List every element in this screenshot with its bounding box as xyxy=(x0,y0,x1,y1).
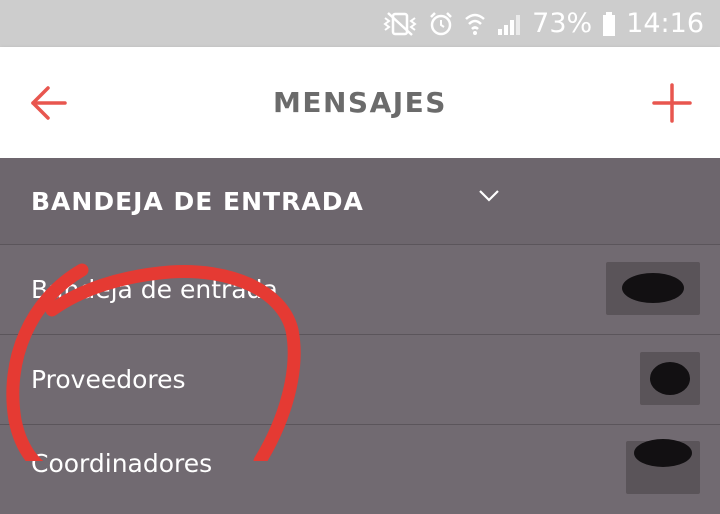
list-item-label: Bandeja de entrada xyxy=(31,275,278,304)
battery-icon xyxy=(602,11,616,37)
inbox-section-toggle[interactable]: BANDEJA DE ENTRADA xyxy=(0,158,720,244)
mute-vibrate-icon xyxy=(382,11,418,37)
alarm-icon xyxy=(428,11,454,37)
status-bar: 73% 14:16 xyxy=(0,0,720,47)
list-item-label: Coordinadores xyxy=(31,448,213,478)
chevron-down-icon xyxy=(478,188,500,202)
list-item-bandeja[interactable]: Bandeja de entrada xyxy=(0,244,720,334)
clock: 14:16 xyxy=(626,8,704,39)
list-item-label: Proveedores xyxy=(31,365,186,394)
unread-count-badge xyxy=(626,439,700,494)
section-title: BANDEJA DE ENTRADA xyxy=(31,186,364,216)
redacted-count xyxy=(634,439,692,467)
add-button[interactable] xyxy=(652,83,692,123)
page-title: MENSAJES xyxy=(273,86,447,119)
plus-icon xyxy=(652,83,692,123)
app-header: MENSAJES xyxy=(0,47,720,158)
signal-icon xyxy=(496,11,522,37)
wifi-icon xyxy=(464,11,486,37)
redacted-count xyxy=(650,362,690,395)
redacted-count xyxy=(622,273,684,303)
battery-percent: 73% xyxy=(532,8,593,39)
status-icons: 73% 14:16 xyxy=(382,0,704,47)
unread-count-badge xyxy=(606,262,700,315)
list-item-proveedores[interactable]: Proveedores xyxy=(0,334,720,424)
unread-count-badge xyxy=(640,352,700,405)
list-item-coordinadores[interactable]: Coordinadores xyxy=(0,424,720,514)
